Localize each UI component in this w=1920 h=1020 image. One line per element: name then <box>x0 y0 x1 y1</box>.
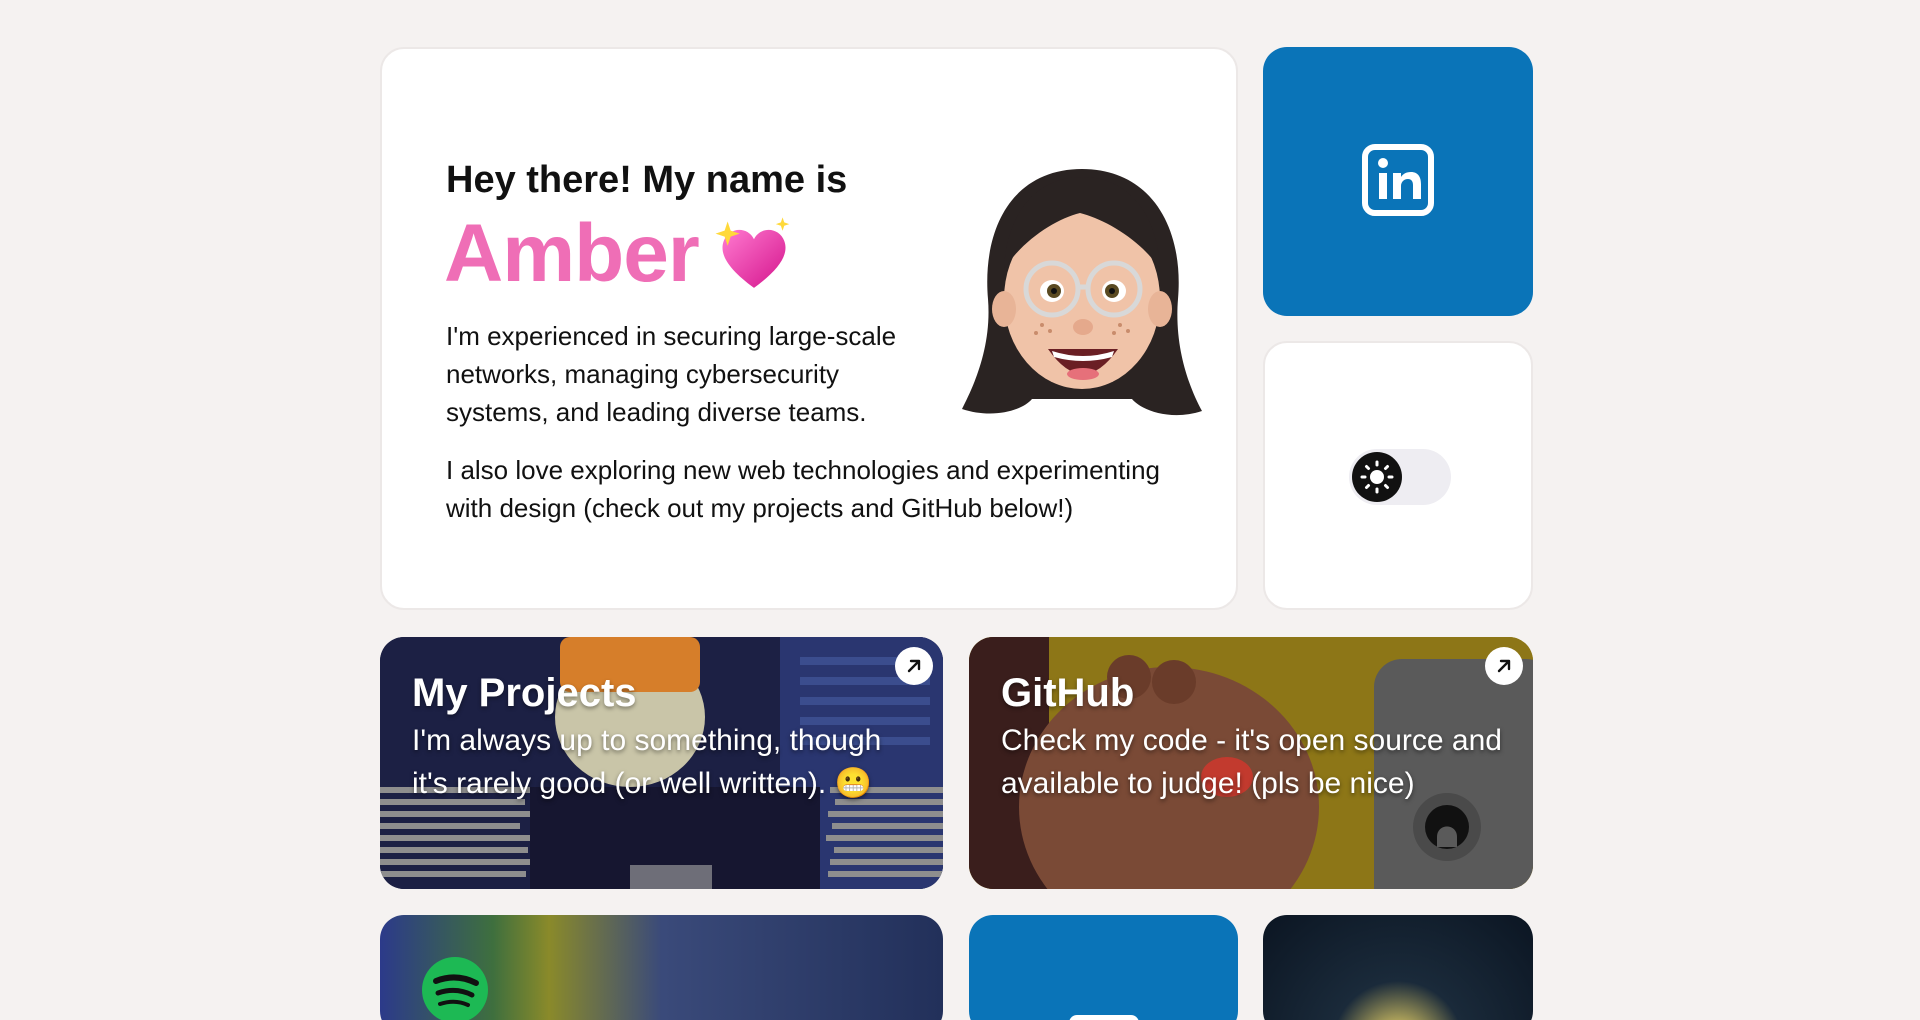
github-description: Check my code - it's open source and ava… <box>1001 724 1502 800</box>
name-heading: Amber <box>444 208 700 299</box>
sparkling-heart-icon <box>715 217 790 288</box>
arrow-up-right-icon <box>907 659 921 673</box>
external-link-button[interactable] <box>1485 647 1523 685</box>
external-link-button[interactable] <box>895 647 933 685</box>
dark-tile[interactable] <box>1263 915 1533 1020</box>
spotify-icon <box>422 957 488 1020</box>
greeting-text: Hey there! My name is <box>446 159 848 201</box>
projects-description: I'm always up to something, though it's … <box>412 724 882 800</box>
memoji-avatar <box>962 169 1202 416</box>
theme-toggle-switch[interactable] <box>1349 449 1451 505</box>
arrow-up-right-icon <box>1497 659 1511 673</box>
projects-link-tile[interactable]: My Projects I'm always up to something, … <box>380 637 943 889</box>
github-link-tile[interactable]: GitHub Check my code - it's open source … <box>969 637 1533 889</box>
github-title: GitHub <box>1001 671 1135 715</box>
projects-title: My Projects <box>412 671 637 715</box>
sun-icon <box>1360 460 1394 494</box>
linkedin-link-tile[interactable] <box>1263 47 1533 316</box>
intro-card: Hey there! My name is Amber I'm experien… <box>380 47 1238 610</box>
tile-graphic <box>1069 1015 1139 1020</box>
linkedin-icon <box>1362 144 1434 216</box>
spotify-tile[interactable] <box>380 915 943 1020</box>
theme-toggle-tile <box>1263 341 1533 610</box>
bio-primary: I'm experienced in securing large-scale … <box>446 321 897 427</box>
toggle-knob <box>1352 452 1402 502</box>
blue-tile[interactable] <box>969 915 1238 1020</box>
